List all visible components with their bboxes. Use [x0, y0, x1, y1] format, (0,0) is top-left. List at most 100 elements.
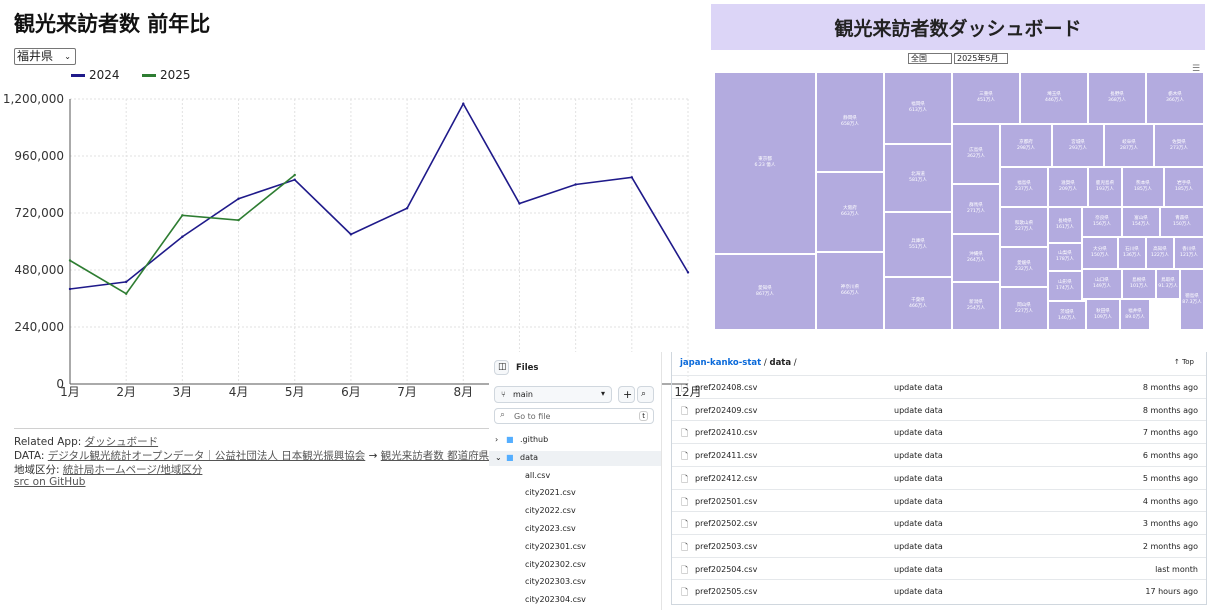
treemap-cell[interactable]: 大分県 150万人	[1082, 237, 1118, 269]
region-select[interactable]: 全国	[908, 53, 952, 64]
table-row[interactable]: 🗋 pref202410.csv update data 7 months ago	[672, 420, 1206, 444]
tree-folder[interactable]: ⌄ ■ data	[489, 450, 661, 466]
commit-message[interactable]: update data	[894, 428, 943, 437]
tree-file[interactable]: city202304.csv	[489, 593, 661, 608]
treemap-cell[interactable]: 山口県 149万人	[1082, 269, 1122, 299]
month-select[interactable]: 2025年5月	[954, 53, 1008, 64]
commit-message[interactable]: update data	[894, 587, 943, 596]
treemap-cell[interactable]: 福井県 89.0万人	[1120, 299, 1150, 330]
treemap-cell[interactable]: 栃木県 366万人	[1146, 72, 1204, 124]
treemap-cell[interactable]: 三重県 451万人	[952, 72, 1020, 124]
treemap-cell[interactable]: 静岡県 658万人	[816, 72, 884, 172]
treemap-cell[interactable]: 福島県 237万人	[1000, 167, 1048, 207]
file-name[interactable]: pref202412.csv	[695, 474, 757, 483]
treemap-cell[interactable]: 佐賀県 273万人	[1154, 124, 1204, 167]
legend-item-2024[interactable]: 2024	[71, 68, 120, 82]
tree-folder[interactable]: › ■ .github	[489, 433, 661, 448]
table-row[interactable]: 🗋 pref202409.csv update data 8 months ago	[672, 397, 1206, 422]
treemap-cell[interactable]: 埼玉県 446万人	[1020, 72, 1088, 124]
treemap-cell[interactable]: 福岡県 613万人	[884, 72, 952, 144]
tree-file[interactable]: city2021.csv	[489, 486, 661, 501]
commit-message[interactable]: update data	[894, 406, 943, 415]
add-file-button[interactable]: +	[618, 386, 635, 403]
treemap-cell[interactable]: 秋田県 109万人	[1086, 299, 1120, 330]
treemap-cell[interactable]: 新潟県 254万人	[952, 282, 1000, 330]
treemap-cell[interactable]: 石川県 136万人	[1118, 237, 1146, 269]
repo-link[interactable]: japan-kanko-stat	[680, 358, 761, 368]
table-row[interactable]: 🗋 pref202408.csv update data 8 months ago	[672, 375, 1206, 399]
treemap-cell[interactable]: 沖縄県 264万人	[952, 234, 1000, 282]
table-row[interactable]: 🗋 pref202503.csv update data 2 months ago	[672, 533, 1206, 558]
treemap-cell[interactable]: 鳥取県 91.3万人	[1156, 269, 1180, 299]
treemap-cell[interactable]: 千葉県 466万人	[884, 277, 952, 330]
treemap-cell[interactable]: 大阪府 663万人	[816, 172, 884, 252]
commit-message[interactable]: update data	[894, 542, 943, 551]
treemap-cell[interactable]: 鹿児島県 193万人	[1088, 167, 1122, 207]
treemap-cell[interactable]: 奈良県 156万人	[1082, 207, 1122, 237]
treemap-cell[interactable]: 長崎県 161万人	[1048, 207, 1082, 243]
table-row[interactable]: 🗋 pref202501.csv update data 4 months ago	[672, 488, 1206, 513]
table-row[interactable]: 🗋 pref202502.csv update data 3 months ago	[672, 511, 1206, 535]
tree-file[interactable]: city2023.csv	[489, 522, 661, 537]
treemap-cell[interactable]: 山梨県 178万人	[1048, 243, 1082, 271]
treemap-cell[interactable]: 愛知県 867万人	[714, 254, 816, 330]
table-row[interactable]: 🗋 pref202411.csv update data 6 months ago	[672, 443, 1206, 467]
tree-file[interactable]: all.csv	[489, 469, 661, 484]
tree-file[interactable]: city202301.csv	[489, 540, 661, 555]
commit-message[interactable]: update data	[894, 519, 943, 528]
dashboard-link[interactable]: ダッシュボード	[85, 436, 159, 448]
tree-file[interactable]: city2022.csv	[489, 504, 661, 519]
collapse-sidebar-button[interactable]: ◫	[494, 360, 509, 375]
treemap-cell[interactable]: 和歌山県 227万人	[1000, 207, 1048, 247]
github-source-link[interactable]: src on GitHub	[14, 476, 85, 488]
legend-item-2025[interactable]: 2025	[142, 68, 191, 82]
treemap-cell[interactable]: 宮城県 293万人	[1052, 124, 1104, 167]
file-name[interactable]: pref202409.csv	[695, 406, 757, 415]
treemap-cell[interactable]: 山形県 174万人	[1048, 271, 1082, 301]
treemap-cell[interactable]: 神奈川県 666万人	[816, 252, 884, 330]
treemap-cell[interactable]: 青森県 150万人	[1160, 207, 1204, 237]
file-name[interactable]: pref202411.csv	[695, 451, 757, 460]
file-name[interactable]: pref202410.csv	[695, 428, 757, 437]
treemap-cell[interactable]: 群馬県 271万人	[952, 184, 1000, 234]
treemap-cell[interactable]: 香川県 121万人	[1174, 237, 1204, 269]
top-button[interactable]: ↑ Top	[1174, 358, 1194, 366]
search-button[interactable]: ⌕	[637, 386, 654, 403]
treemap-cell[interactable]: 京都府 298万人	[1000, 124, 1052, 167]
commit-message[interactable]: update data	[894, 451, 943, 460]
treemap-cell[interactable]: 島根県 101万人	[1122, 269, 1156, 299]
region-link[interactable]: 統計局ホームページ/地域区分	[63, 464, 203, 476]
treemap-cell[interactable]: 茨城県 146万人	[1048, 301, 1086, 330]
treemap-cell[interactable]: 岡山県 227万人	[1000, 287, 1048, 330]
table-row[interactable]: 🗋 pref202504.csv update data last month	[672, 556, 1206, 581]
table-row[interactable]: 🗋 pref202412.csv update data 5 months ago	[672, 465, 1206, 490]
commit-message[interactable]: update data	[894, 474, 943, 483]
treemap-cell[interactable]: 東京都 6.23 億人	[714, 72, 816, 254]
treemap-cell[interactable]: 愛媛県 232万人	[1000, 247, 1048, 287]
treemap-cell[interactable]: 徳島県 87.3万人	[1180, 269, 1204, 330]
data-source-link[interactable]: デジタル観光統計オープンデータ｜公益社団法人 日本観光振興協会	[48, 450, 366, 462]
commit-message[interactable]: update data	[894, 497, 943, 506]
treemap-cell[interactable]: 熊本県 185万人	[1122, 167, 1164, 207]
tree-file[interactable]: city202302.csv	[489, 558, 661, 573]
tree-file[interactable]: city202303.csv	[489, 575, 661, 590]
table-row[interactable]: 🗋 pref202505.csv update data 17 hours ago	[672, 579, 1206, 603]
file-name[interactable]: pref202505.csv	[695, 587, 757, 596]
file-name[interactable]: pref202408.csv	[695, 383, 757, 392]
treemap-cell[interactable]: 滋賀県 209万人	[1048, 167, 1088, 207]
file-name[interactable]: pref202502.csv	[695, 519, 757, 528]
file-name[interactable]: pref202504.csv	[695, 565, 757, 574]
treemap-cell[interactable]: 高知県 122万人	[1146, 237, 1174, 269]
treemap-cell[interactable]: 岩手県 185万人	[1164, 167, 1204, 207]
treemap-cell[interactable]: 広島県 362万人	[952, 124, 1000, 184]
file-name[interactable]: pref202503.csv	[695, 542, 757, 551]
treemap-cell[interactable]: 北海道 581万人	[884, 144, 952, 212]
go-to-file-input[interactable]: ⌕ Go to file t	[494, 408, 654, 424]
commit-message[interactable]: update data	[894, 383, 943, 392]
treemap-cell[interactable]: 岐阜県 287万人	[1104, 124, 1154, 167]
commit-message[interactable]: update data	[894, 565, 943, 574]
treemap-cell[interactable]: 兵庫県 551万人	[884, 212, 952, 277]
treemap-cell[interactable]: 長野県 368万人	[1088, 72, 1146, 124]
treemap-cell[interactable]: 富山県 154万人	[1122, 207, 1160, 237]
file-name[interactable]: pref202501.csv	[695, 497, 757, 506]
